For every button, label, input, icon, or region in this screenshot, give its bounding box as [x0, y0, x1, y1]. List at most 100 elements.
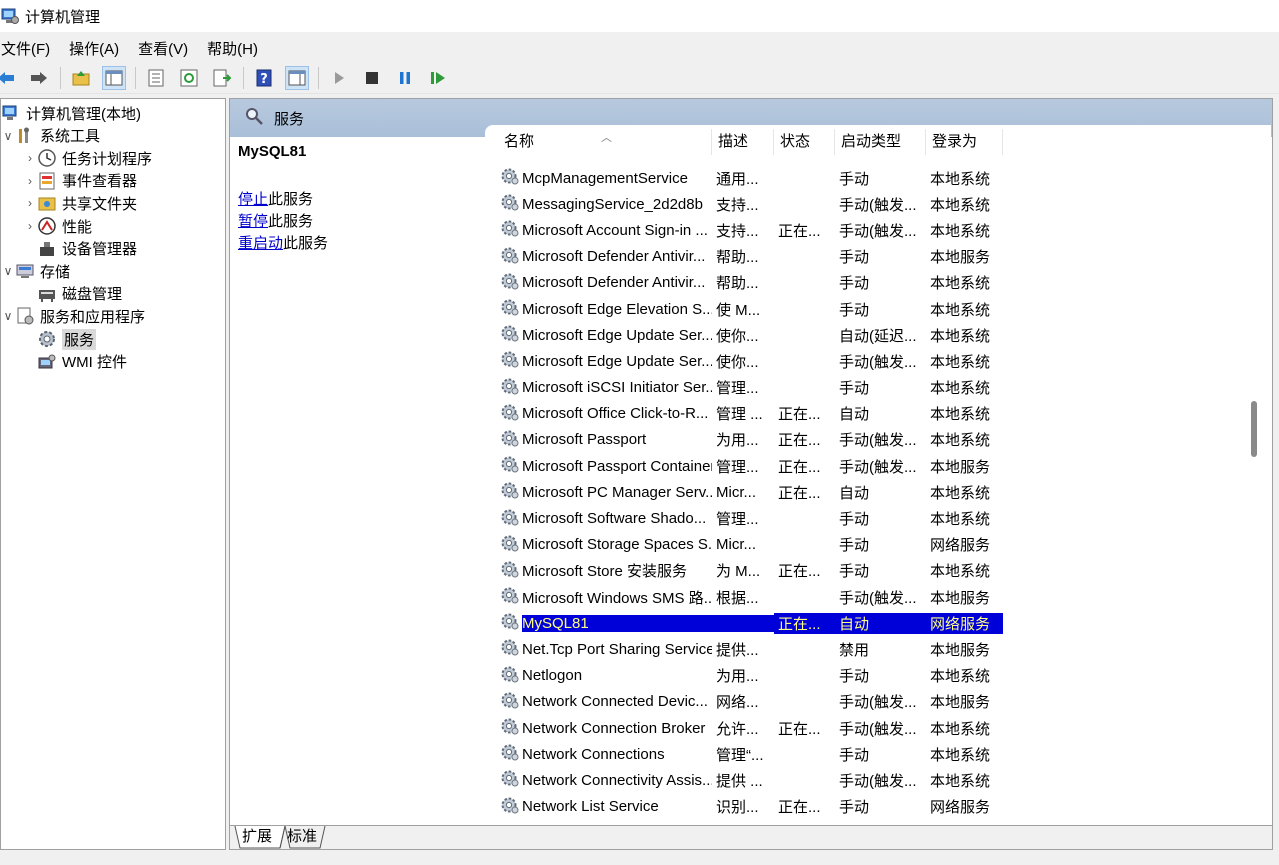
service-name-cell: Network Connectivity Assis...	[485, 768, 712, 792]
service-row[interactable]: Microsoft Store 安装服务 为 M... 正在... 手动 本地系统	[485, 558, 1003, 584]
tree-disk-management[interactable]: 磁盘管理	[23, 283, 122, 305]
service-row[interactable]: MySQL81 正在... 自动 网络服务	[485, 610, 1003, 636]
refresh-icon[interactable]	[177, 66, 201, 90]
start-service-icon[interactable]	[327, 66, 351, 90]
service-name: Network List Service	[522, 798, 659, 816]
tree-item-label: 存储	[40, 263, 71, 281]
service-log-on-as: 本地系统	[930, 720, 991, 738]
restart-service-icon[interactable]	[426, 66, 450, 90]
chevron-down-icon[interactable]: ∨	[1, 129, 15, 143]
service-row[interactable]: Net.Tcp Port Sharing Service 提供... 禁用 本地服务	[485, 636, 1003, 662]
tab-standard[interactable]: 标准	[287, 826, 317, 848]
show-hide-console-tree-icon[interactable]	[102, 65, 126, 90]
tab-extended[interactable]: 扩展	[242, 826, 272, 848]
column-header-startup-type[interactable]: 启动类型	[835, 129, 926, 155]
service-row[interactable]: Microsoft Windows SMS 路... 根据... 手动(触发... 本…	[485, 584, 1003, 610]
service-log-on-as: 本地系统	[930, 772, 991, 790]
service-name: Microsoft PC Manager Serv...	[522, 483, 712, 501]
tree-performance[interactable]: › 性能	[23, 215, 92, 237]
restart-service-link[interactable]: 重启动	[238, 235, 283, 252]
chevron-right-icon[interactable]: ›	[23, 151, 37, 165]
tree-services-and-applications[interactable]: ∨ 服务和应用程序	[1, 305, 145, 327]
service-row[interactable]: McpManagementService 通用... 手动 本地系统	[485, 165, 1003, 191]
pause-service-link[interactable]: 暂停	[238, 213, 268, 230]
service-row[interactable]: Microsoft Office Click-to-R... 管理 ... 正在..…	[485, 401, 1003, 427]
services-pane: 服务 MySQL81 停止此服务 暂停此服务 重启动此服务 ︿ 名称 描述 状态…	[229, 98, 1273, 850]
vertical-scrollbar-thumb[interactable]	[1251, 401, 1257, 457]
service-name: Microsoft Passport Container	[522, 457, 712, 475]
service-row[interactable]: Network Connected Devic... 网络... 手动(触发... 本…	[485, 689, 1003, 715]
show-hide-action-pane-icon[interactable]	[285, 65, 309, 90]
chevron-down-icon[interactable]: ∨	[1, 309, 15, 323]
service-startup-type: 手动	[839, 275, 870, 293]
service-status: 正在...	[778, 432, 821, 450]
service-row[interactable]: Microsoft Edge Update Ser... 使你... 手动(触发..…	[485, 348, 1003, 374]
tree-shared-folders[interactable]: › 共享文件夹	[23, 192, 137, 214]
service-row[interactable]: Microsoft Defender Antivir... 帮助... 手动 本地系统	[485, 270, 1003, 296]
service-row[interactable]: Microsoft Software Shado... 管理... 手动 本地系统	[485, 505, 1003, 531]
help-icon[interactable]: ?	[252, 66, 276, 90]
service-description: 使你...	[716, 327, 759, 345]
service-status: 正在...	[778, 222, 821, 240]
tree-device-manager[interactable]: 设备管理器	[23, 238, 137, 260]
tree-system-tools[interactable]: ∨ 系统工具	[1, 125, 100, 147]
service-row[interactable]: Microsoft Storage Spaces S... Micr... 手动 网络…	[485, 532, 1003, 558]
service-row[interactable]: Microsoft Defender Antivir... 帮助... 手动 本地服务	[485, 244, 1003, 270]
column-header-description[interactable]: 描述	[712, 129, 774, 155]
service-log-on-as: 网络服务	[926, 612, 1003, 634]
service-gear-icon	[500, 742, 520, 766]
service-row[interactable]: Network Connection Broker 允许... 正在... 手动(触发…	[485, 715, 1003, 741]
service-log-on-as: 本地系统	[930, 353, 991, 371]
menu-view[interactable]: 查看(V)	[137, 38, 198, 59]
service-row[interactable]: Microsoft iSCSI Initiator Ser... 管理... 手动 本…	[485, 375, 1003, 401]
service-row[interactable]: Microsoft Passport 为用... 正在... 手动(触发... 本地系统	[485, 427, 1003, 453]
service-row[interactable]: Microsoft PC Manager Serv... Micr... 正在...…	[485, 479, 1003, 505]
service-row[interactable]: Microsoft Edge Elevation S... 使 M... 手动 本地系…	[485, 296, 1003, 322]
menu-file[interactable]: 文件(F)	[0, 38, 60, 59]
service-row[interactable]: Network Connectivity Assis... 提供 ... 手动(触发…	[485, 767, 1003, 793]
properties-icon[interactable]	[144, 66, 168, 90]
tree-computer-management-local[interactable]: 计算机管理(本地)	[0, 102, 141, 124]
stop-service-link[interactable]: 停止	[238, 191, 268, 208]
chevron-right-icon[interactable]: ›	[23, 174, 37, 188]
up-folder-icon[interactable]	[69, 66, 93, 90]
tree-task-scheduler[interactable]: › 任务计划程序	[23, 147, 152, 169]
service-description: Micr...	[716, 536, 756, 554]
service-row[interactable]: Microsoft Edge Update Ser... 使你... 自动(延迟..…	[485, 322, 1003, 348]
service-log-on-as: 本地系统	[930, 511, 991, 529]
service-row[interactable]: Microsoft Passport Container 管理... 正在... 手动…	[485, 453, 1003, 479]
service-gear-icon	[500, 507, 520, 531]
service-gear-icon	[500, 768, 520, 792]
tree-services[interactable]: 服务	[23, 328, 97, 350]
tools-icon	[15, 126, 35, 146]
column-header-status[interactable]: 状态	[774, 129, 835, 155]
pause-service-icon[interactable]	[393, 66, 417, 90]
tree-event-viewer[interactable]: › 事件查看器	[23, 170, 137, 192]
service-log-on-as: 本地系统	[930, 275, 991, 293]
service-startup-type: 手动(触发...	[839, 589, 917, 607]
stop-service-icon[interactable]	[360, 66, 384, 90]
service-name-cell: McpManagementService	[485, 166, 712, 190]
chevron-right-icon[interactable]: ›	[23, 196, 37, 210]
back-arrow-icon[interactable]	[0, 66, 18, 90]
service-row[interactable]: Network List Service 识别... 正在... 手动 网络服务	[485, 794, 1003, 820]
service-name-cell: Microsoft Edge Update Ser...	[485, 323, 712, 347]
column-header-name[interactable]: 名称	[485, 129, 712, 155]
chevron-right-icon[interactable]: ›	[23, 219, 37, 233]
chevron-down-icon[interactable]: ∨	[1, 264, 15, 278]
service-row[interactable]: Network Connections 管理“... 手动 本地系统	[485, 741, 1003, 767]
menu-action[interactable]: 操作(A)	[68, 38, 129, 59]
export-list-icon[interactable]	[210, 66, 234, 90]
column-header-log-on-as[interactable]: 登录为	[926, 129, 1003, 155]
service-row[interactable]: MessagingService_2d2d8b 支持... 手动(触发... 本地系统	[485, 191, 1003, 217]
service-gear-icon	[500, 245, 520, 269]
service-startup-type: 手动	[839, 799, 870, 817]
service-description: 允许...	[716, 720, 759, 738]
service-row[interactable]: Netlogon 为用... 手动 本地系统	[485, 663, 1003, 689]
service-row[interactable]: Microsoft Account Sign-in ... 支持... 正在... 手…	[485, 217, 1003, 243]
tree-storage[interactable]: ∨ 存储	[1, 260, 70, 282]
service-name-cell: Microsoft Edge Elevation S...	[485, 297, 712, 321]
tree-wmi-control[interactable]: WMI 控件	[23, 351, 127, 373]
menu-help[interactable]: 帮助(H)	[206, 38, 268, 59]
forward-arrow-icon[interactable]	[27, 66, 51, 90]
